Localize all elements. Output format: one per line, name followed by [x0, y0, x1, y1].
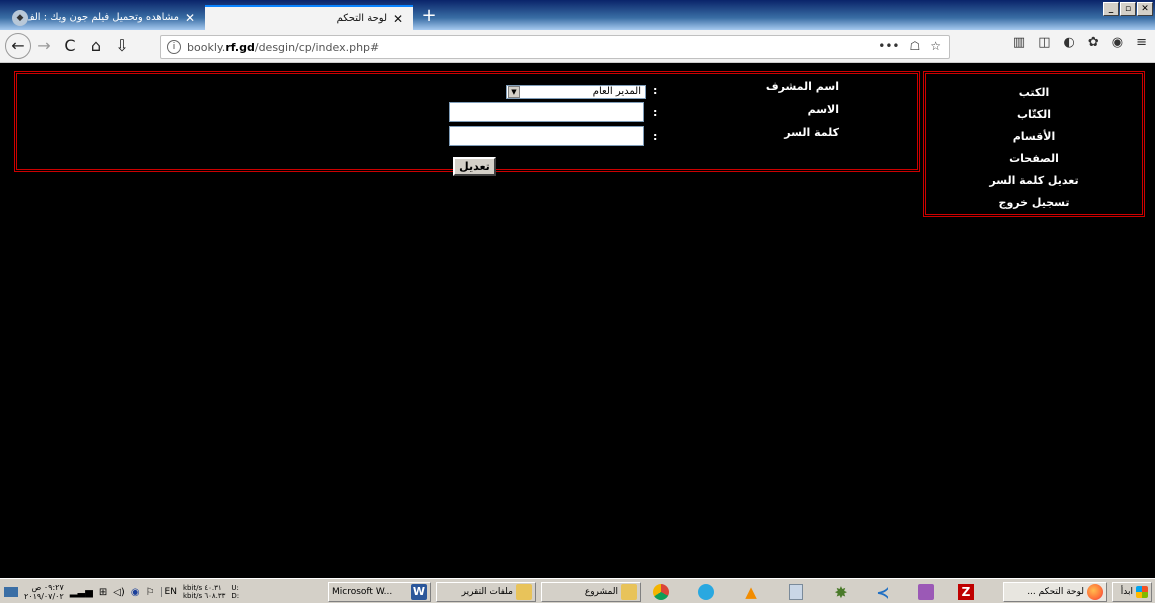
menu-icon[interactable]: ≡	[1136, 35, 1147, 50]
language-indicator[interactable]: EN	[160, 587, 177, 597]
bookmark-star-icon[interactable]: ☆	[930, 39, 941, 53]
sidebar-item-logout[interactable]: تسجيل خروج	[926, 192, 1142, 214]
minimize-button[interactable]: _	[1103, 2, 1119, 16]
back-arrow-icon[interactable]: ←	[5, 33, 31, 59]
system-tray: ٠٩:٢٧ ص ٢٠١٩/٠٧/٠٢ ▂▃▅ ⊞ ◁) ◉ ⚐ EN kbit/…	[4, 582, 239, 602]
tab-close-icon[interactable]: ✕	[183, 11, 197, 25]
sidebar-icon[interactable]: ◫	[1038, 35, 1050, 50]
taskbar: ٠٩:٢٧ ص ٢٠١٩/٠٧/٠٢ ▂▃▅ ⊞ ◁) ◉ ⚐ EN kbit/…	[0, 578, 1155, 603]
chevron-down-icon[interactable]: ▼	[508, 86, 520, 98]
filezilla-icon[interactable]: Z	[955, 582, 977, 602]
show-desktop-icon[interactable]	[4, 587, 18, 597]
url-text: bookly.rf.gd/desgin/cp/index.php#	[187, 40, 380, 54]
clock[interactable]: ٠٩:٢٧ ص ٢٠١٩/٠٧/٠٢	[24, 583, 64, 601]
net-speed: kbit/s ٤٠.٣١ kbit/s ٦٠٨.٣٣	[182, 584, 226, 600]
tab-favicon-icon: ◆	[12, 9, 28, 26]
window-controls: _ ▫ ✕	[1103, 2, 1153, 16]
flag-icon[interactable]: ⚐	[146, 587, 155, 598]
sidebar-item-authors[interactable]: الكتّاب	[926, 104, 1142, 126]
taskbar-item-reports-folder[interactable]: ملفات التقرير	[436, 582, 536, 602]
reload-icon[interactable]: C	[57, 33, 83, 59]
taskbar-item-word[interactable]: Microsoft W... W	[328, 582, 431, 602]
security-icon[interactable]: ◉	[131, 587, 140, 598]
clock-date: ٢٠١٩/٠٧/٠٢	[24, 592, 64, 601]
recycle-icon[interactable]	[695, 582, 717, 602]
save-to-pocket-icon[interactable]: ⇩	[109, 33, 135, 59]
net-speed-labels: U: D:	[231, 584, 240, 600]
signal-icon[interactable]: ▂▃▅	[70, 587, 93, 598]
taskbar-item-label: Microsoft W...	[332, 587, 393, 597]
supervisor-label: اسم المشرف	[765, 80, 839, 93]
sidebar-item-change-password[interactable]: تعديل كلمة السر	[926, 170, 1142, 192]
tab-movie[interactable]: ◆ مشاهده وتحميل فيلم جون ويك : الف ✕	[0, 5, 205, 30]
tree-icon[interactable]: ✸	[830, 582, 852, 602]
colon: :	[653, 84, 658, 97]
address-bar[interactable]: i bookly.rf.gd/desgin/cp/index.php# ••• …	[160, 35, 950, 59]
volume-icon[interactable]: ◁)	[113, 587, 125, 598]
start-button[interactable]: ابدأ	[1112, 582, 1152, 602]
tab-close-icon[interactable]: ✕	[391, 12, 405, 26]
name-label: الاسم	[807, 103, 839, 116]
extension-icon[interactable]: ◐	[1064, 35, 1075, 50]
sidebar-item-categories[interactable]: الأقسام	[926, 126, 1142, 148]
page-content: الكتب الكتّاب الأقسام الصفحات تعديل كلمة…	[8, 64, 1150, 576]
update-button[interactable]: تعديل	[453, 157, 496, 176]
colon: :	[653, 106, 658, 119]
close-window-button[interactable]: ✕	[1137, 2, 1153, 16]
firefox-icon	[1087, 584, 1103, 600]
network-icon[interactable]: ⊞	[99, 587, 107, 598]
chrome-icon[interactable]	[650, 582, 672, 602]
edit-admin-form: اسم المشرف : المدير العام ▼ الاسم : كلمة…	[14, 71, 920, 176]
tab-label: مشاهده وتحميل فيلم جون ويك : الف	[28, 12, 179, 23]
taskbar-item-label: ملفات التقرير	[461, 587, 513, 597]
extension2-icon[interactable]: ✿	[1088, 35, 1099, 50]
tab-control-panel[interactable]: لوحة التحكم ✕	[205, 5, 413, 30]
browser-tab-bar: ◆ مشاهده وتحميل فيلم جون ويك : الف ✕ لوح…	[0, 0, 1155, 30]
browser-toolbar: ▥ ◫ ◐ ✿ ◉ ≡	[1013, 35, 1147, 50]
sidebar-item-pages[interactable]: الصفحات	[926, 148, 1142, 170]
navigation-bar: ← → C ⌂ ⇩ i bookly.rf.gd/desgin/cp/index…	[0, 30, 1155, 63]
taskbar-item-firefox[interactable]: لوحة التحكم ...	[1003, 582, 1107, 602]
vlc-icon[interactable]: ▲	[740, 582, 762, 602]
folder-icon	[516, 584, 532, 600]
admin-sidebar: الكتب الكتّاب الأقسام الصفحات تعديل كلمة…	[923, 71, 1145, 217]
colon: :	[653, 130, 658, 143]
password-label: كلمة السر	[784, 126, 839, 139]
editor-icon[interactable]	[915, 582, 937, 602]
forward-arrow-icon[interactable]: →	[31, 33, 57, 59]
supervisor-select-value: المدير العام	[592, 86, 641, 97]
name-field[interactable]	[449, 102, 644, 122]
windows-logo-icon	[1136, 586, 1148, 598]
clock-time: ٠٩:٢٧ ص	[31, 583, 64, 592]
screen: ◆ مشاهده وتحميل فيلم جون ويك : الف ✕ لوح…	[0, 0, 1155, 603]
word-icon: W	[411, 584, 427, 600]
page-actions: ••• ☖ ☆	[878, 39, 941, 53]
sidebar-item-books[interactable]: الكتب	[926, 82, 1142, 104]
calculator-icon[interactable]	[785, 582, 807, 602]
taskbar-item-project-folder[interactable]: المشروع	[541, 582, 641, 602]
password-field[interactable]	[449, 126, 644, 146]
tab-label: لوحة التحكم	[336, 13, 387, 24]
vscode-icon[interactable]: ≺	[872, 582, 894, 602]
library-icon[interactable]: ▥	[1013, 35, 1025, 50]
supervisor-select[interactable]: المدير العام ▼	[506, 85, 646, 99]
new-tab-button[interactable]: +	[418, 6, 440, 28]
home-icon[interactable]: ⌂	[83, 33, 109, 59]
pocket-icon[interactable]: ☖	[909, 39, 920, 53]
taskbar-item-label: المشروع	[584, 587, 618, 597]
folder-icon	[621, 584, 637, 600]
account-icon[interactable]: ◉	[1112, 35, 1123, 50]
start-label: ابدأ	[1120, 587, 1133, 597]
maximize-button[interactable]: ▫	[1120, 2, 1136, 16]
page-actions-menu-icon[interactable]: •••	[878, 39, 899, 53]
site-info-icon[interactable]: i	[167, 40, 181, 54]
taskbar-item-label: لوحة التحكم ...	[1027, 587, 1084, 597]
